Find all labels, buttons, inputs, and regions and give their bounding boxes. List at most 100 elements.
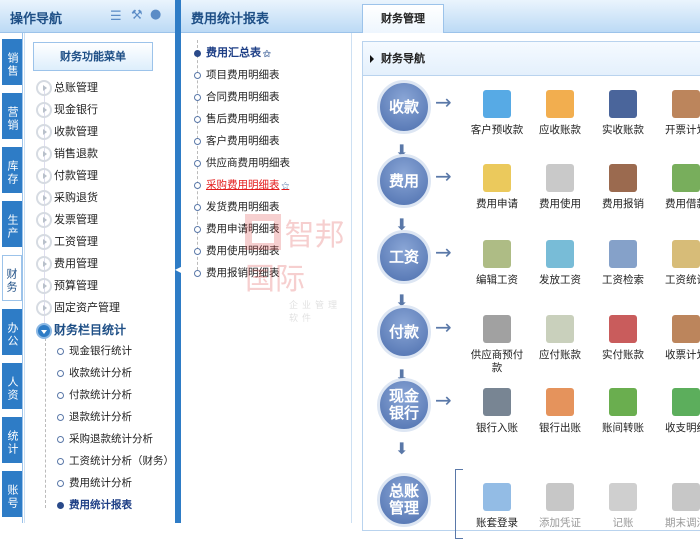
submenu-item[interactable]: 工资统计分析（财务） <box>57 451 174 471</box>
bullet-icon <box>194 71 201 79</box>
vtab-4[interactable]: 财务 <box>2 255 22 301</box>
report-label: 费用汇总表 <box>206 46 261 59</box>
item-label: 实收账款 <box>602 124 644 136</box>
stage-2[interactable]: 工资 <box>377 230 431 284</box>
nav-item[interactable]: 发放工资 <box>530 240 590 287</box>
nav-item[interactable]: 应付账款 <box>530 315 590 362</box>
menu-item[interactable]: 预算管理 <box>36 276 98 296</box>
stage-1[interactable]: 费用 <box>377 154 431 208</box>
report-link[interactable]: 合同费用明细表 <box>194 87 280 107</box>
finance-menu-button[interactable]: 财务功能菜单 <box>33 42 153 71</box>
submenu-item[interactable]: 现金银行统计 <box>57 341 132 361</box>
nav-item[interactable]: 工资检索 <box>593 240 653 287</box>
report-link[interactable]: 售后费用明细表 <box>194 109 280 129</box>
vtab-8[interactable]: 账号 <box>2 471 22 517</box>
item-label: 期末调汇 <box>665 517 700 529</box>
menu-item[interactable]: 总账管理 <box>36 78 98 98</box>
report-link[interactable]: 费用汇总表 ⚝ <box>194 43 271 63</box>
bullet-icon <box>194 225 201 233</box>
report-label: 费用申请明细表 <box>206 223 280 235</box>
nav-item[interactable]: 供应商预付款 <box>467 315 527 375</box>
menu-item-label: 现金银行 <box>54 103 98 116</box>
item-icon <box>609 388 637 416</box>
nav-item[interactable]: 客户预收款 <box>467 90 527 137</box>
list-icon[interactable]: ☰ <box>110 9 122 24</box>
report-link[interactable]: 费用申请明细表 <box>194 219 280 239</box>
expand-icon <box>36 212 52 228</box>
submenu-item[interactable]: 费用统计分析 <box>57 473 132 493</box>
stage-5[interactable]: 总账 管理 <box>377 473 431 527</box>
vtab-0[interactable]: 销售 <box>2 39 22 85</box>
tab-finance[interactable]: 财务管理 <box>362 4 444 33</box>
nav-item[interactable]: 编辑工资 <box>467 240 527 287</box>
menu-item[interactable]: 付款管理 <box>36 166 98 186</box>
menu-item[interactable]: 采购退货 <box>36 188 98 208</box>
menu-item[interactable]: 发票管理 <box>36 210 98 230</box>
stage-4[interactable]: 现金 银行 <box>377 378 431 432</box>
stage-3[interactable]: 付款 <box>377 305 431 359</box>
nav-item[interactable]: 工资统计 <box>656 240 700 287</box>
submenu-item[interactable]: 付款统计分析 <box>57 385 132 405</box>
report-link[interactable]: 发货费用明细表 <box>194 197 280 217</box>
menu-item[interactable]: 固定资产管理 <box>36 298 120 318</box>
nav-item[interactable]: 银行入账 <box>467 388 527 435</box>
menu-item[interactable]: 工资管理 <box>36 232 98 252</box>
item-icon <box>672 483 700 511</box>
submenu-label: 费用统计分析 <box>69 477 132 489</box>
submenu-item[interactable]: 收款统计分析 <box>57 363 132 383</box>
vtab-3[interactable]: 生产 <box>2 201 22 247</box>
nav-item[interactable]: 费用使用 <box>530 164 590 211</box>
report-link[interactable]: 费用报销明细表 <box>194 263 280 283</box>
nav-item[interactable]: 账间转账 <box>593 388 653 435</box>
wrench-icon[interactable]: ⚒ <box>131 8 143 23</box>
nav-item[interactable]: 应收账款 <box>530 90 590 137</box>
nav-item[interactable]: 实收账款 <box>593 90 653 137</box>
menu-item[interactable]: 销售退款 <box>36 144 98 164</box>
nav-item[interactable]: 实付账款 <box>593 315 653 362</box>
bullet-icon <box>57 435 64 443</box>
item-label: 添加凭证 <box>539 517 581 529</box>
report-link[interactable]: 供应商费用明细表 <box>194 153 290 173</box>
item-icon <box>672 315 700 343</box>
middle-panel: 费用统计报表 费用汇总表 ⚝ 项目费用明细表 合同费用明细表 售后费用明细表 客户费用明细… <box>181 0 352 523</box>
stage-0[interactable]: 收款 <box>377 80 431 134</box>
report-link[interactable]: 费用使用明细表 <box>194 241 280 261</box>
vtab-2[interactable]: 库存 <box>2 147 22 193</box>
vtab-6[interactable]: 人资 <box>2 363 22 409</box>
menu-item-open[interactable]: 财务栏目统计 <box>36 320 126 340</box>
nav-item[interactable]: 费用申请 <box>467 164 527 211</box>
section-title[interactable]: 财务导航 <box>363 42 700 76</box>
nav-item[interactable]: 收支明细 <box>656 388 700 435</box>
item-icon <box>609 90 637 118</box>
item-label: 工资检索 <box>602 274 644 286</box>
nav-item[interactable]: 费用借款 <box>656 164 700 211</box>
nav-item[interactable]: 收票计划 <box>656 315 700 362</box>
report-link[interactable]: 采购费用明细表 ⚝ <box>194 175 289 195</box>
bullet-icon <box>57 413 64 421</box>
nav-item[interactable]: 开票计划 <box>656 90 700 137</box>
item-icon <box>546 315 574 343</box>
stage-label: 现金 银行 <box>388 387 419 422</box>
expand-icon <box>36 146 52 162</box>
submenu-item[interactable]: 退款统计分析 <box>57 407 132 427</box>
left-panel: 操作导航 ☰ ⚒ ● 销售 营销 库存 生产 财务 办公 人资 统计 账号 财务功能菜单 总账管… <box>0 0 175 523</box>
submenu-item[interactable]: 采购退款统计分析 <box>57 429 153 449</box>
submenu-item[interactable]: 费用统计报表 <box>57 495 132 515</box>
item-icon <box>546 164 574 192</box>
menu-item[interactable]: 收款管理 <box>36 122 98 142</box>
report-link[interactable]: 客户费用明细表 <box>194 131 280 151</box>
item-icon <box>609 315 637 343</box>
menu-item[interactable]: 费用管理 <box>36 254 98 274</box>
report-link[interactable]: 项目费用明细表 <box>194 65 280 85</box>
vtab-5[interactable]: 办公 <box>2 309 22 355</box>
vtab-7[interactable]: 统计 <box>2 417 22 463</box>
nav-item[interactable]: 费用报销 <box>593 164 653 211</box>
submenu-label: 付款统计分析 <box>69 389 132 401</box>
vtab-1[interactable]: 营销 <box>2 93 22 139</box>
report-label: 项目费用明细表 <box>206 69 280 81</box>
user-icon[interactable]: ● <box>150 7 161 22</box>
bullet-icon <box>194 93 201 101</box>
nav-item[interactable]: 银行出账 <box>530 388 590 435</box>
menu-item-label: 财务栏目统计 <box>54 323 127 337</box>
menu-item[interactable]: 现金银行 <box>36 100 98 120</box>
